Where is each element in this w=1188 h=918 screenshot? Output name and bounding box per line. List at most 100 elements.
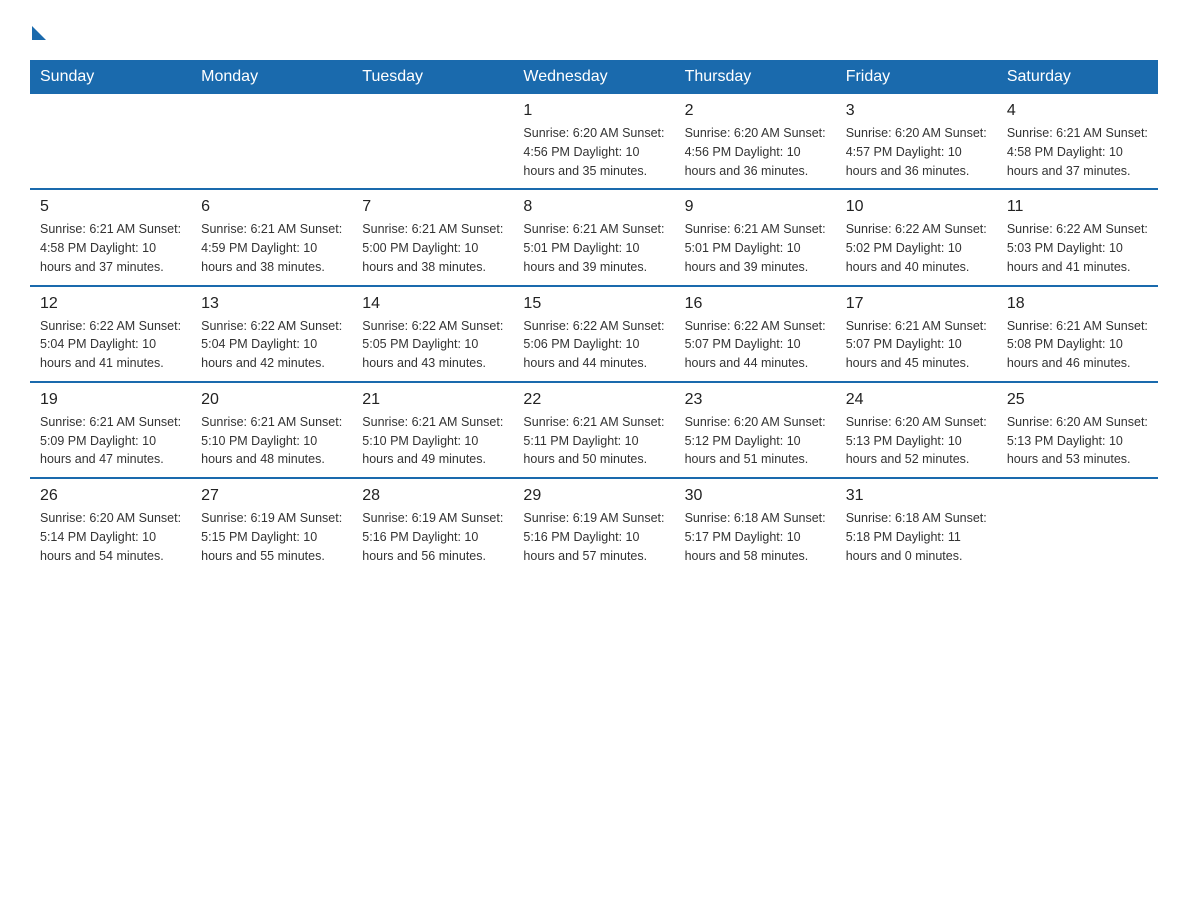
calendar-cell: 18 Sunrise: 6:21 AM Sunset: 5:08 PM Dayli… xyxy=(997,286,1158,382)
calendar-cell: 2 Sunrise: 6:20 AM Sunset: 4:56 PM Daylig… xyxy=(675,94,836,189)
day-number: 27 xyxy=(201,487,342,505)
day-info: Sunrise: 6:22 AM Sunset: 5:02 PM Dayligh… xyxy=(846,220,987,276)
calendar-cell: 20 Sunrise: 6:21 AM Sunset: 5:10 PM Dayli… xyxy=(191,382,352,478)
day-number: 3 xyxy=(846,102,987,120)
calendar-week-row: 5 Sunrise: 6:21 AM Sunset: 4:58 PM Daylig… xyxy=(30,189,1158,285)
day-number: 9 xyxy=(685,198,826,216)
column-header-wednesday: Wednesday xyxy=(513,60,674,94)
calendar-week-row: 1 Sunrise: 6:20 AM Sunset: 4:56 PM Daylig… xyxy=(30,94,1158,189)
day-info: Sunrise: 6:22 AM Sunset: 5:04 PM Dayligh… xyxy=(40,317,181,373)
day-number: 26 xyxy=(40,487,181,505)
calendar-cell: 17Sunrise: 6:21 AM Sunset: 5:07 PM Dayli… xyxy=(836,286,997,382)
day-info: Sunrise: 6:21 AM Sunset: 5:08 PM Dayligh… xyxy=(1007,317,1148,373)
calendar-cell: 25Sunrise: 6:20 AM Sunset: 5:13 PM Dayli… xyxy=(997,382,1158,478)
calendar-cell: 6 Sunrise: 6:21 AM Sunset: 4:59 PM Daylig… xyxy=(191,189,352,285)
day-number: 1 xyxy=(523,102,664,120)
day-info: Sunrise: 6:21 AM Sunset: 4:59 PM Dayligh… xyxy=(201,220,342,276)
day-info: Sunrise: 6:18 AM Sunset: 5:17 PM Dayligh… xyxy=(685,509,826,565)
day-number: 6 xyxy=(201,198,342,216)
day-number: 31 xyxy=(846,487,987,505)
calendar-week-row: 12 Sunrise: 6:22 AM Sunset: 5:04 PM Dayli… xyxy=(30,286,1158,382)
day-info: Sunrise: 6:20 AM Sunset: 4:57 PM Dayligh… xyxy=(846,124,987,180)
calendar-week-row: 26 Sunrise: 6:20 AM Sunset: 5:14 PM Dayli… xyxy=(30,478,1158,573)
day-number: 18 xyxy=(1007,295,1148,313)
column-header-friday: Friday xyxy=(836,60,997,94)
calendar-cell: 30Sunrise: 6:18 AM Sunset: 5:17 PM Dayli… xyxy=(675,478,836,573)
day-number: 12 xyxy=(40,295,181,313)
calendar-week-row: 19Sunrise: 6:21 AM Sunset: 5:09 PM Dayli… xyxy=(30,382,1158,478)
day-info: Sunrise: 6:21 AM Sunset: 5:01 PM Dayligh… xyxy=(685,220,826,276)
calendar-cell: 29 Sunrise: 6:19 AM Sunset: 5:16 PM Dayli… xyxy=(513,478,674,573)
calendar-cell xyxy=(30,94,191,189)
day-number: 7 xyxy=(362,198,503,216)
day-info: Sunrise: 6:20 AM Sunset: 4:56 PM Dayligh… xyxy=(523,124,664,180)
day-number: 22 xyxy=(523,391,664,409)
calendar-cell: 16 Sunrise: 6:22 AM Sunset: 5:07 PM Dayli… xyxy=(675,286,836,382)
calendar-cell: 24 Sunrise: 6:20 AM Sunset: 5:13 PM Dayli… xyxy=(836,382,997,478)
column-header-thursday: Thursday xyxy=(675,60,836,94)
calendar-cell: 7 Sunrise: 6:21 AM Sunset: 5:00 PM Daylig… xyxy=(352,189,513,285)
day-info: Sunrise: 6:20 AM Sunset: 5:14 PM Dayligh… xyxy=(40,509,181,565)
day-number: 29 xyxy=(523,487,664,505)
day-number: 25 xyxy=(1007,391,1148,409)
calendar-header-row: SundayMondayTuesdayWednesdayThursdayFrid… xyxy=(30,60,1158,94)
calendar-cell: 11 Sunrise: 6:22 AM Sunset: 5:03 PM Dayli… xyxy=(997,189,1158,285)
calendar-cell: 28 Sunrise: 6:19 AM Sunset: 5:16 PM Dayli… xyxy=(352,478,513,573)
column-header-tuesday: Tuesday xyxy=(352,60,513,94)
calendar-cell xyxy=(191,94,352,189)
calendar-cell: 10 Sunrise: 6:22 AM Sunset: 5:02 PM Dayli… xyxy=(836,189,997,285)
day-info: Sunrise: 6:21 AM Sunset: 4:58 PM Dayligh… xyxy=(40,220,181,276)
calendar-cell: 22Sunrise: 6:21 AM Sunset: 5:11 PM Dayli… xyxy=(513,382,674,478)
day-number: 2 xyxy=(685,102,826,120)
day-info: Sunrise: 6:20 AM Sunset: 5:13 PM Dayligh… xyxy=(846,413,987,469)
calendar-cell: 13Sunrise: 6:22 AM Sunset: 5:04 PM Dayli… xyxy=(191,286,352,382)
calendar-cell: 5 Sunrise: 6:21 AM Sunset: 4:58 PM Daylig… xyxy=(30,189,191,285)
day-info: Sunrise: 6:19 AM Sunset: 5:16 PM Dayligh… xyxy=(362,509,503,565)
day-number: 11 xyxy=(1007,198,1148,216)
calendar-cell: 1 Sunrise: 6:20 AM Sunset: 4:56 PM Daylig… xyxy=(513,94,674,189)
day-number: 10 xyxy=(846,198,987,216)
calendar-cell: 26 Sunrise: 6:20 AM Sunset: 5:14 PM Dayli… xyxy=(30,478,191,573)
calendar-cell: 31 Sunrise: 6:18 AM Sunset: 5:18 PM Dayli… xyxy=(836,478,997,573)
calendar-cell: 4 Sunrise: 6:21 AM Sunset: 4:58 PM Daylig… xyxy=(997,94,1158,189)
day-info: Sunrise: 6:21 AM Sunset: 5:01 PM Dayligh… xyxy=(523,220,664,276)
calendar-cell: 15 Sunrise: 6:22 AM Sunset: 5:06 PM Dayli… xyxy=(513,286,674,382)
column-header-saturday: Saturday xyxy=(997,60,1158,94)
day-info: Sunrise: 6:21 AM Sunset: 5:00 PM Dayligh… xyxy=(362,220,503,276)
day-number: 15 xyxy=(523,295,664,313)
day-info: Sunrise: 6:20 AM Sunset: 5:12 PM Dayligh… xyxy=(685,413,826,469)
day-number: 24 xyxy=(846,391,987,409)
calendar-cell: 12 Sunrise: 6:22 AM Sunset: 5:04 PM Dayli… xyxy=(30,286,191,382)
day-info: Sunrise: 6:22 AM Sunset: 5:03 PM Dayligh… xyxy=(1007,220,1148,276)
calendar-cell: 9 Sunrise: 6:21 AM Sunset: 5:01 PM Daylig… xyxy=(675,189,836,285)
day-info: Sunrise: 6:22 AM Sunset: 5:07 PM Dayligh… xyxy=(685,317,826,373)
calendar-cell: 19Sunrise: 6:21 AM Sunset: 5:09 PM Dayli… xyxy=(30,382,191,478)
day-number: 21 xyxy=(362,391,503,409)
day-info: Sunrise: 6:21 AM Sunset: 4:58 PM Dayligh… xyxy=(1007,124,1148,180)
day-number: 4 xyxy=(1007,102,1148,120)
day-info: Sunrise: 6:22 AM Sunset: 5:05 PM Dayligh… xyxy=(362,317,503,373)
day-info: Sunrise: 6:21 AM Sunset: 5:09 PM Dayligh… xyxy=(40,413,181,469)
day-info: Sunrise: 6:22 AM Sunset: 5:04 PM Dayligh… xyxy=(201,317,342,373)
day-number: 17 xyxy=(846,295,987,313)
day-number: 23 xyxy=(685,391,826,409)
calendar-cell xyxy=(352,94,513,189)
day-number: 5 xyxy=(40,198,181,216)
calendar-table: SundayMondayTuesdayWednesdayThursdayFrid… xyxy=(30,60,1158,573)
day-info: Sunrise: 6:22 AM Sunset: 5:06 PM Dayligh… xyxy=(523,317,664,373)
day-info: Sunrise: 6:19 AM Sunset: 5:15 PM Dayligh… xyxy=(201,509,342,565)
day-number: 28 xyxy=(362,487,503,505)
day-number: 20 xyxy=(201,391,342,409)
calendar-cell: 27 Sunrise: 6:19 AM Sunset: 5:15 PM Dayli… xyxy=(191,478,352,573)
day-number: 14 xyxy=(362,295,503,313)
day-info: Sunrise: 6:19 AM Sunset: 5:16 PM Dayligh… xyxy=(523,509,664,565)
calendar-cell: 14 Sunrise: 6:22 AM Sunset: 5:05 PM Dayli… xyxy=(352,286,513,382)
day-info: Sunrise: 6:21 AM Sunset: 5:10 PM Dayligh… xyxy=(362,413,503,469)
day-number: 16 xyxy=(685,295,826,313)
logo xyxy=(30,20,46,40)
page-header xyxy=(30,20,1158,40)
day-info: Sunrise: 6:21 AM Sunset: 5:10 PM Dayligh… xyxy=(201,413,342,469)
calendar-cell: 3 Sunrise: 6:20 AM Sunset: 4:57 PM Daylig… xyxy=(836,94,997,189)
day-info: Sunrise: 6:20 AM Sunset: 4:56 PM Dayligh… xyxy=(685,124,826,180)
day-info: Sunrise: 6:18 AM Sunset: 5:18 PM Dayligh… xyxy=(846,509,987,565)
